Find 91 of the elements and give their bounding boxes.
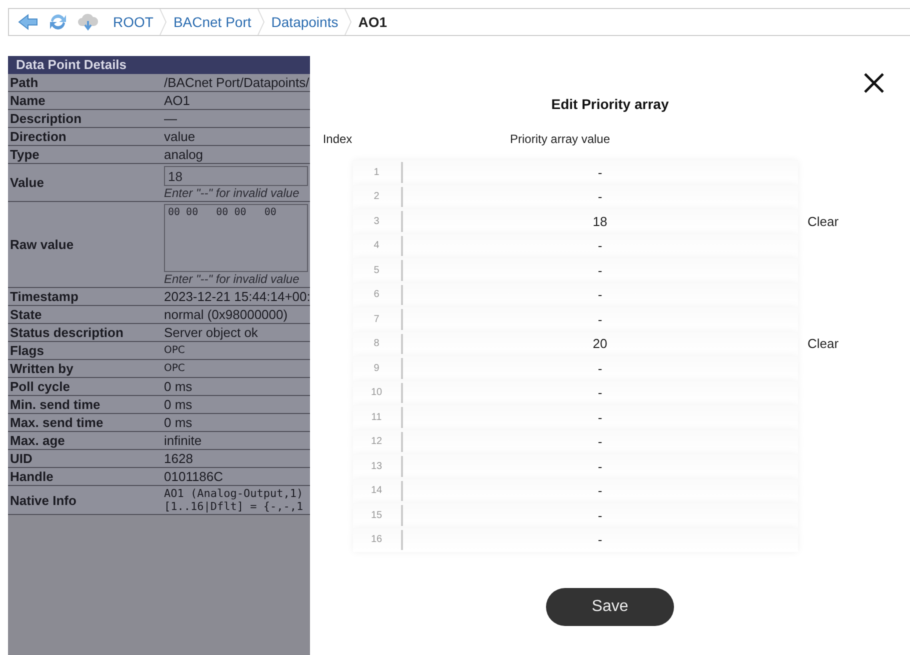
index-cell: 11 bbox=[371, 412, 382, 423]
field-label: Native Info bbox=[10, 492, 76, 508]
index-cell: 8 bbox=[374, 338, 380, 350]
field-value: Server object ok bbox=[164, 325, 259, 340]
field-value: /BACnet Port/Datapoints/ bbox=[164, 75, 310, 90]
field-label: Type bbox=[10, 147, 40, 162]
value-cell: - bbox=[598, 360, 602, 376]
field-value: 0 ms bbox=[164, 379, 194, 394]
column-header: Priority array value bbox=[508, 132, 612, 146]
chevron-separator-icon bbox=[344, 9, 352, 35]
clear-link[interactable]: Clear bbox=[808, 214, 839, 229]
field-label: Min. send time bbox=[10, 397, 100, 412]
value-cell: - bbox=[598, 287, 602, 302]
value-cell: - bbox=[598, 189, 602, 204]
panel-title: Data Point Details bbox=[8, 56, 310, 74]
index-cell: 6 bbox=[374, 289, 380, 300]
field-value: normal (0x98000000) bbox=[164, 307, 289, 322]
field-label: Flags bbox=[10, 343, 44, 358]
field-value: value bbox=[164, 129, 196, 144]
field-label: Value bbox=[10, 175, 44, 190]
index-cell: 12 bbox=[370, 436, 382, 448]
value-cell: 20 bbox=[592, 336, 608, 352]
save-button[interactable]: Save bbox=[546, 588, 674, 626]
close-icon[interactable] bbox=[863, 72, 885, 94]
index-cell: 4 bbox=[374, 240, 380, 252]
field-label: State bbox=[10, 307, 42, 322]
raw-value-field[interactable]: 00 00 00 00 00 bbox=[164, 204, 308, 272]
clear-link[interactable]: Clear bbox=[808, 336, 839, 352]
field-value: — bbox=[164, 111, 178, 126]
field-label: Path bbox=[10, 75, 38, 90]
field-label: Name bbox=[10, 93, 46, 108]
index-cell: 9 bbox=[374, 362, 380, 374]
field-value: 1628 bbox=[164, 451, 194, 466]
field-label: Timestamp bbox=[10, 289, 78, 304]
field-value: AO1 bbox=[164, 93, 192, 108]
field-hint: Enter "--" for invalid value bbox=[164, 272, 300, 286]
field-value: infinite bbox=[164, 433, 203, 448]
index-cell: 15 bbox=[370, 510, 382, 521]
value-cell: - bbox=[598, 262, 602, 278]
value-cell: - bbox=[598, 532, 602, 548]
index-cell: 2 bbox=[374, 191, 380, 202]
field-label: Max. age bbox=[10, 433, 65, 448]
value-cell: - bbox=[598, 410, 602, 425]
back-arrow-icon[interactable] bbox=[17, 12, 39, 32]
refresh-icon[interactable] bbox=[47, 12, 69, 32]
field-value: 0 ms bbox=[164, 415, 194, 430]
value-cell: - bbox=[598, 508, 602, 523]
breadcrumb-link[interactable]: AO1 bbox=[352, 14, 394, 30]
column-header: Index bbox=[322, 132, 354, 146]
field-label: Poll cycle bbox=[10, 379, 70, 394]
index-cell: 13 bbox=[370, 460, 382, 472]
field-value: OPC bbox=[164, 345, 186, 356]
chevron-separator-icon bbox=[159, 9, 168, 35]
value-field[interactable]: 18 bbox=[164, 166, 308, 186]
field-label: Description bbox=[10, 111, 82, 126]
value-cell: - bbox=[598, 312, 602, 327]
value-cell: - bbox=[598, 238, 602, 254]
field-label: Raw value bbox=[10, 237, 74, 252]
breadcrumb-link[interactable]: Datapoints bbox=[265, 14, 344, 30]
value-cell: 18 bbox=[592, 214, 608, 229]
breadcrumb-link[interactable]: ROOT bbox=[107, 14, 160, 30]
cloud-download-icon[interactable] bbox=[77, 12, 99, 32]
field-label: Max. send time bbox=[10, 415, 104, 430]
dialog-title: Edit Priority array bbox=[551, 96, 669, 112]
index-cell: 1 bbox=[374, 166, 380, 178]
field-value: 2023-12-21 15:44:14+00: bbox=[164, 289, 310, 304]
field-label: UID bbox=[10, 451, 32, 466]
field-hint: Enter "--" for invalid value bbox=[164, 186, 300, 200]
index-cell: 3 bbox=[374, 216, 380, 227]
index-cell: 16 bbox=[370, 534, 382, 546]
field-value: AO1 (Analog-Output,1) bbox=[164, 487, 304, 500]
value-cell: - bbox=[598, 385, 602, 400]
breadcrumb-link[interactable]: BACnet Port bbox=[167, 14, 258, 30]
field-value: 0 ms bbox=[164, 397, 194, 412]
index-cell: 5 bbox=[374, 264, 380, 276]
field-value: 0101186C bbox=[164, 469, 224, 484]
field-value: analog bbox=[164, 147, 204, 162]
field-value: OPC bbox=[164, 363, 186, 374]
field-label: Written by bbox=[10, 361, 74, 376]
chevron-separator-icon bbox=[257, 9, 266, 35]
value-cell: - bbox=[598, 164, 602, 180]
value-cell: - bbox=[598, 483, 602, 498]
index-cell: 14 bbox=[370, 485, 382, 496]
index-cell: 7 bbox=[374, 314, 380, 325]
value-cell: - bbox=[598, 458, 602, 474]
field-value: [1..16|Dflt] = {-,-,1 bbox=[164, 500, 304, 513]
field-label: Direction bbox=[10, 129, 66, 144]
value-cell: - bbox=[598, 434, 602, 450]
field-label: Status description bbox=[10, 325, 124, 340]
index-cell: 10 bbox=[370, 387, 382, 398]
field-label: Handle bbox=[10, 469, 54, 484]
